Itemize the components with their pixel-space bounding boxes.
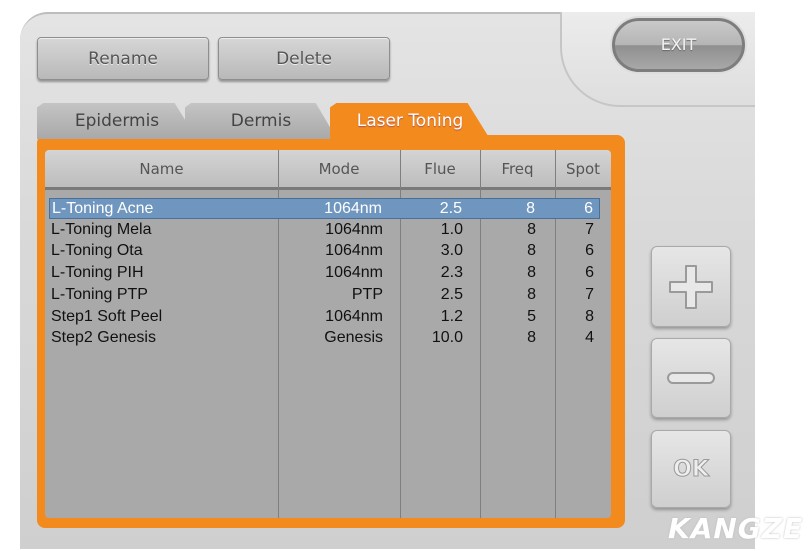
cell-mode: 1064nm	[325, 264, 383, 282]
cell-spot: 6	[585, 242, 594, 260]
cell-flue: 2.5	[439, 200, 462, 217]
cell-freq: 8	[527, 285, 536, 303]
rename-button[interactable]: Rename	[37, 37, 209, 80]
plus-icon	[669, 264, 713, 309]
column-header-spot: Spot	[565, 160, 601, 178]
tab-dermis[interactable]: Dermis	[185, 103, 337, 139]
cell-spot: 8	[585, 307, 594, 325]
cell-spot: 4	[585, 329, 594, 347]
cell-mode: Genesis	[324, 329, 383, 347]
cell-name: Step2 Genesis	[51, 329, 156, 347]
cell-freq: 8	[527, 264, 536, 282]
cell-mode: 1064nm	[325, 220, 383, 238]
table-row[interactable]: L-Toning PTP PTP 2.5 8 7	[49, 285, 600, 306]
cell-flue: 1.0	[440, 220, 463, 238]
cell-spot: 6	[585, 264, 594, 282]
add-button[interactable]	[651, 246, 731, 327]
column-header-flue: Flue	[424, 160, 456, 178]
cell-flue: 2.3	[440, 264, 463, 282]
cell-flue: 2.5	[440, 285, 463, 303]
table-header: Name Mode Flue Freq Spot	[45, 150, 611, 190]
cell-name: Step1 Soft Peel	[51, 307, 163, 325]
cell-spot: 7	[585, 220, 594, 238]
exit-button[interactable]: EXIT	[612, 18, 745, 72]
cell-freq: 5	[527, 307, 536, 325]
preset-table: Name Mode Flue Freq Spot L-Toning Acne 10…	[45, 150, 611, 518]
cell-name: L-Toning PTP	[51, 285, 148, 303]
table-row[interactable]: L-Toning Mela 1064nm 1.0 8 7	[49, 220, 600, 241]
column-header-mode: Mode	[318, 160, 360, 178]
column-header-freq: Freq	[501, 160, 534, 178]
cell-mode: 1064nm	[324, 200, 382, 217]
cell-spot: 7	[585, 285, 594, 303]
cell-freq: 8	[527, 220, 536, 238]
table-row[interactable]: L-Toning PIH 1064nm 2.3 8 6	[49, 263, 600, 284]
table-row[interactable]: Step1 Soft Peel 1064nm 1.2 5 8	[49, 307, 600, 328]
cell-name: L-Toning PIH	[51, 264, 144, 282]
cell-mode: 1064nm	[325, 307, 383, 325]
ok-button[interactable]: OK	[651, 430, 731, 508]
cell-freq: 8	[527, 242, 536, 260]
cell-flue: 10.0	[431, 329, 463, 347]
tab-epidermis[interactable]: Epidermis	[37, 103, 197, 139]
cell-flue: 3.0	[440, 242, 463, 260]
table-row[interactable]: L-Toning Acne 1064nm 2.5 8 6	[49, 198, 600, 219]
table-row[interactable]: L-Toning Ota 1064nm 3.0 8 6	[49, 241, 600, 262]
cell-name: L-Toning Ota	[51, 242, 143, 260]
delete-button[interactable]: Delete	[218, 37, 390, 80]
remove-button[interactable]	[651, 338, 731, 418]
minus-icon	[667, 372, 715, 384]
cell-mode: 1064nm	[325, 242, 383, 260]
column-header-name: Name	[139, 160, 184, 178]
cell-mode: PTP	[351, 285, 383, 303]
cell-spot: 6	[584, 200, 593, 217]
cell-name: L-Toning Acne	[52, 200, 154, 217]
cell-freq: 8	[527, 329, 536, 347]
cell-name: L-Toning Mela	[51, 220, 152, 238]
tab-laser-toning[interactable]: Laser Toning	[330, 103, 490, 139]
brand-logo: KANGZE	[668, 512, 804, 545]
table-row[interactable]: Step2 Genesis Genesis 10.0 8 4	[49, 328, 600, 349]
cell-flue: 1.2	[440, 307, 463, 325]
cell-freq: 8	[526, 200, 535, 217]
